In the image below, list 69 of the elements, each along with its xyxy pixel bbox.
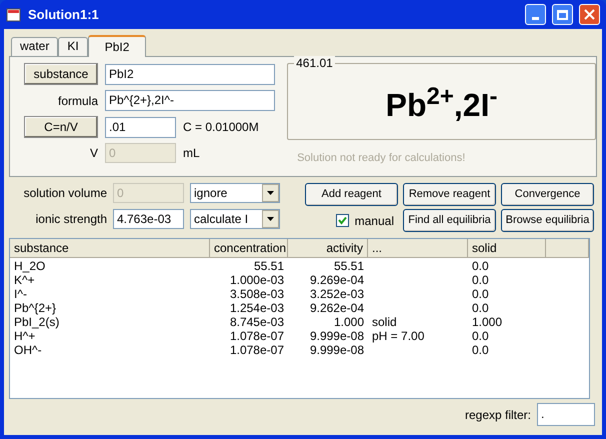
table-cell-text: 9.269e-04 [308,273,365,287]
minimize-button[interactable] [525,4,546,25]
table-cell-text: H_2O [13,259,46,273]
table-cell-text: 9.262e-04 [308,301,365,315]
table-cell-text: 8.745e-03 [228,315,285,329]
tab[interactable]: KI [58,37,88,56]
table-cell-text: PbI_2(s) [13,315,60,329]
table-cell-text: 1.254e-03 [228,301,285,315]
ionic-strength-field[interactable]: 4.763e-03 [113,209,184,229]
table-cell-text: 0.0 [471,273,490,287]
formula-field[interactable]: Pb^{2+},2I^- [105,90,275,111]
concentration-result: C = 0.01000M [183,119,259,136]
action-button[interactable]: Remove reagent [403,183,496,206]
table-cell-text: 3.508e-03 [228,287,285,301]
substance-button[interactable]: substance [24,63,98,85]
table-cell-text: 55.51 [252,259,285,273]
volume-label: V [88,145,98,162]
substance-field[interactable]: PbI2 [105,64,275,84]
maximize-button[interactable] [552,4,573,25]
volume-unit: mL [183,145,200,162]
action-button[interactable]: Find all equilibria [403,209,496,232]
manual-label: manual [354,212,394,230]
table-cell-text: 55.51 [332,259,365,273]
action-button[interactable]: Add reagent [305,183,398,206]
column-header[interactable]: substance [10,239,210,258]
table-cell-text: 1.000e-03 [228,273,285,287]
table-cell-text: 1.078e-07 [228,343,285,357]
close-button[interactable] [579,4,600,25]
table-cell-text: pH = 7.00 [371,329,426,343]
solution-volume-label: solution volume [22,185,107,202]
table-cell-text: I^- [13,287,28,301]
table-cell-text: K^+ [13,273,36,287]
table-cell-text: H^+ [13,329,36,343]
table-cell-text: 1.078e-07 [228,329,285,343]
table-cell-text: 0.0 [471,287,490,301]
formula-display: Pb$^{2+}$,2I$^{-}$ [386,86,498,122]
table-cell-text: 1.000 [332,315,365,329]
tab[interactable]: water [11,37,58,56]
column-header[interactable]: solid [468,239,546,258]
concentration-button[interactable]: C=n/V [24,116,98,138]
table-cell-text: 0.0 [471,259,490,273]
formula-label: formula [56,92,98,110]
document-icon [6,6,22,22]
action-button[interactable]: Convergence [501,183,594,206]
column-header[interactable]: activity [288,239,368,258]
table-cell-text: 1.000 [471,315,504,329]
filter-field[interactable]: . [537,403,595,426]
column-header[interactable]: concentration [210,239,288,258]
manual-checkbox[interactable] [336,214,349,227]
table-cell-text: 9.999e-08 [308,343,365,357]
molar-mass: 461.01 [294,56,335,70]
table-cell-text: 3.252e-03 [308,287,365,301]
close-icon [584,9,595,20]
action-button[interactable]: Browse equilibria [501,209,594,232]
status-message: Solution not ready for calculations! [297,151,466,166]
table-cell-text: 0.0 [471,329,490,343]
table-cell-text: Pb^{2+} [13,301,58,315]
ionic-strength-label: ionic strength [34,211,107,228]
table-cell-text: 9.999e-08 [308,329,365,343]
table-cell-text: 0.0 [471,343,490,357]
table-cell-text: OH^- [13,343,43,357]
table-cell-text: solid [371,315,398,329]
filter-label: regexp filter: [464,406,531,424]
concentration-field[interactable]: .01 [105,116,176,138]
table-cell-text: 0.0 [471,301,490,315]
tab[interactable]: PbI2 [88,35,146,57]
column-header[interactable]: ... [368,239,468,258]
window-title: Solution1:1 [28,6,100,24]
dropdown[interactable]: calculate I [190,209,280,229]
